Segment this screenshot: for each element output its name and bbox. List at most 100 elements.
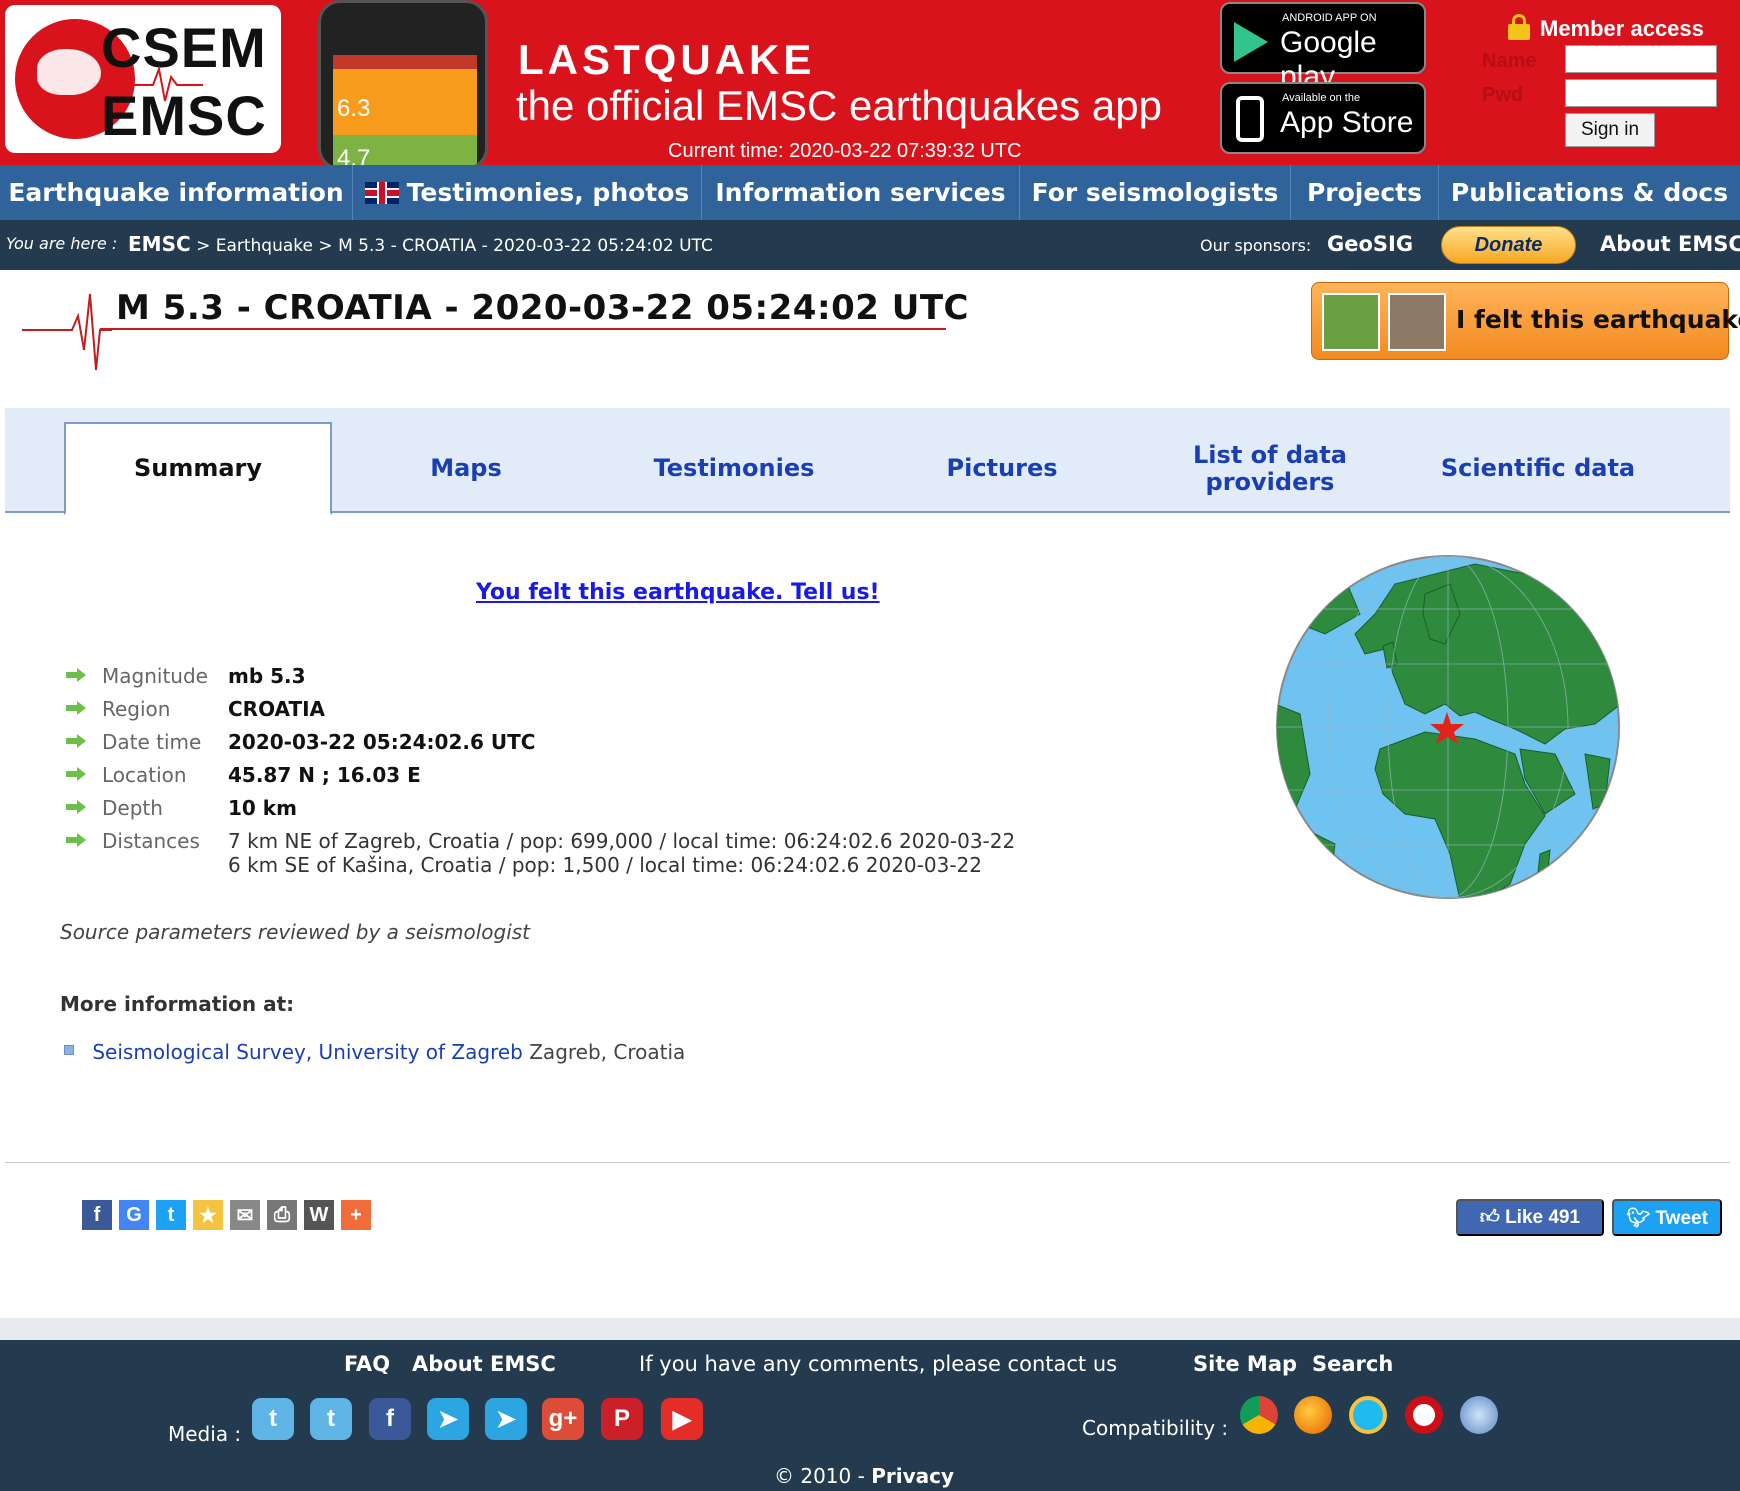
more-info-item: Seismological Survey, University of Zagr…: [64, 1040, 685, 1064]
app-title: LASTQUAKE: [518, 36, 816, 83]
footer-sitemap-link[interactable]: Site Map: [1193, 1352, 1297, 1376]
felt-earthquake-link[interactable]: You felt this earthquake. Tell us!: [476, 580, 880, 605]
page-title: M 5.3 - CROATIA - 2020-03-22 05:24:02 UT…: [116, 288, 969, 328]
sign-in-button[interactable]: Sign in: [1565, 113, 1655, 147]
magnitude-label: Magnitude: [102, 664, 208, 688]
datetime-value: 2020-03-22 05:24:02.6 UTC: [228, 730, 536, 754]
nav-testimonies-label: Testimonies, photos: [406, 178, 690, 207]
divider: [5, 1162, 1730, 1163]
footer-contact-link[interactable]: If you have any comments, please contact…: [639, 1352, 1117, 1376]
tab-summary[interactable]: Summary: [64, 422, 332, 515]
firefox-icon: [1294, 1396, 1332, 1434]
wordpress-icon[interactable]: W: [304, 1200, 334, 1230]
emsc-logo[interactable]: CSEM EMSC: [5, 5, 281, 153]
pinterest-icon[interactable]: P: [601, 1398, 643, 1440]
footer-faq-link[interactable]: FAQ: [344, 1352, 390, 1376]
breadcrumb-earthquake[interactable]: Earthquake: [216, 236, 313, 256]
source-note: Source parameters reviewed by a seismolo…: [60, 920, 531, 944]
member-access-panel: Member access Name Pwd Sign in: [1480, 10, 1740, 160]
app-store-label: App Store: [1280, 106, 1414, 139]
safari-icon: [1460, 1396, 1498, 1434]
seismogram-icon: [22, 293, 112, 371]
region-label: Region: [102, 697, 171, 721]
breadcrumb-sep: >: [196, 236, 211, 256]
tab-providers-line1: List of data: [1193, 441, 1347, 470]
email-icon[interactable]: ✉: [230, 1200, 260, 1230]
nav-publications-docs[interactable]: Publications & docs: [1439, 165, 1740, 220]
like-label: Like 491: [1505, 1207, 1581, 1228]
telegram-icon[interactable]: ➤: [485, 1398, 527, 1440]
youtube-icon[interactable]: ▶: [661, 1398, 703, 1440]
opera-icon: [1405, 1396, 1443, 1434]
google-icon[interactable]: G: [119, 1200, 149, 1230]
twitter-icon[interactable]: t: [252, 1398, 294, 1440]
depth-label: Depth: [102, 796, 163, 820]
nav-testimonies-photos[interactable]: Testimonies, photos: [353, 165, 702, 220]
chrome-icon: [1240, 1396, 1278, 1434]
privacy-link[interactable]: Privacy: [871, 1464, 954, 1488]
nav-for-seismologists[interactable]: For seismologists: [1020, 165, 1291, 220]
location-value: 45.87 N ; 16.03 E: [228, 763, 421, 787]
i-felt-earthquake-button[interactable]: I felt this earthquake: [1311, 282, 1740, 360]
more-icon[interactable]: +: [341, 1200, 371, 1230]
favorite-icon[interactable]: ★: [193, 1200, 223, 1230]
tab-providers-line2: providers: [1205, 467, 1335, 496]
thumbs-up-icon: 👍︎: [1479, 1207, 1506, 1228]
seismological-survey-link[interactable]: Seismological Survey, University of Zagr…: [92, 1040, 523, 1064]
epicenter-globe-map[interactable]: [1275, 554, 1621, 900]
title-underline: [100, 328, 946, 330]
phone-icon: [1236, 96, 1264, 142]
breadcrumb: EMSC > Earthquake > M 5.3 - CROATIA - 20…: [128, 232, 713, 256]
facebook-like-button[interactable]: 👍︎ Like 491: [1456, 1199, 1604, 1236]
damage-photo-icon: [1388, 293, 1446, 351]
lastquake-phone-image: 6.3 4.7: [318, 0, 488, 165]
arrow-icon: [66, 701, 88, 715]
tab-testimonies[interactable]: Testimonies: [600, 422, 868, 515]
password-input[interactable]: [1565, 79, 1717, 107]
nav-earthquake-information[interactable]: Earthquake information: [0, 165, 353, 220]
location-label: Location: [102, 763, 187, 787]
tab-maps[interactable]: Maps: [332, 422, 600, 515]
about-emsc-link[interactable]: About EMSC: [1600, 232, 1740, 256]
ie-icon: [1349, 1396, 1387, 1434]
tab-scientific-data[interactable]: Scientific data: [1404, 422, 1672, 515]
copyright-text: © 2010 -: [774, 1464, 865, 1488]
twitter-icon[interactable]: t: [156, 1200, 186, 1230]
datetime-label: Date time: [102, 730, 202, 754]
print-icon[interactable]: ⎙: [267, 1200, 297, 1230]
google-plus-icon[interactable]: g+: [542, 1398, 584, 1440]
app-store-small: Available on the: [1282, 92, 1361, 104]
breadcrumb-prefix: You are here :: [6, 234, 118, 253]
phone-mag-1: 6.3: [337, 95, 371, 122]
breadcrumb-emsc[interactable]: EMSC: [128, 232, 191, 256]
member-access-title: Member access: [1540, 16, 1704, 41]
copyright: © 2010 - Privacy: [774, 1464, 954, 1488]
nav-information-services[interactable]: Information services: [702, 165, 1020, 220]
tweet-button[interactable]: 🐦︎ Tweet: [1612, 1199, 1722, 1236]
distance-kasina: 6 km SE of Kašina, Croatia / pop: 1,500 …: [228, 853, 982, 877]
sponsor-geosig-link[interactable]: GeoSIG: [1327, 232, 1413, 256]
google-play-icon: [1234, 22, 1268, 62]
donate-button[interactable]: Donate: [1441, 226, 1576, 264]
facebook-icon[interactable]: f: [369, 1398, 411, 1440]
app-store-badge[interactable]: Available on the App Store: [1220, 82, 1426, 154]
telegram-icon[interactable]: ➤: [427, 1398, 469, 1440]
map-thumbnail-icon: [1322, 293, 1380, 351]
name-input[interactable]: [1565, 45, 1717, 73]
arrow-icon: [66, 833, 88, 847]
footer-search-link[interactable]: Search: [1312, 1352, 1393, 1376]
site-footer: FAQ About EMSC If you have any comments,…: [0, 1340, 1740, 1491]
facebook-icon[interactable]: f: [82, 1200, 112, 1230]
more-info-heading: More information at:: [60, 992, 295, 1016]
google-play-badge[interactable]: ANDROID APP ON Google play: [1220, 2, 1426, 93]
tab-pictures[interactable]: Pictures: [868, 422, 1136, 515]
twitter-icon[interactable]: t: [310, 1398, 352, 1440]
app-subtitle: the official EMSC earthquakes app: [516, 82, 1162, 129]
breadcrumb-current: M 5.3 - CROATIA - 2020-03-22 05:24:02 UT…: [338, 236, 713, 256]
compatibility-label: Compatibility :: [1082, 1416, 1229, 1440]
logo-seismogram: [133, 65, 203, 102]
tab-data-providers[interactable]: List of data providers: [1136, 422, 1404, 515]
google-play-small: ANDROID APP ON: [1282, 12, 1377, 24]
footer-about-link[interactable]: About EMSC: [412, 1352, 556, 1376]
nav-projects[interactable]: Projects: [1291, 165, 1439, 220]
